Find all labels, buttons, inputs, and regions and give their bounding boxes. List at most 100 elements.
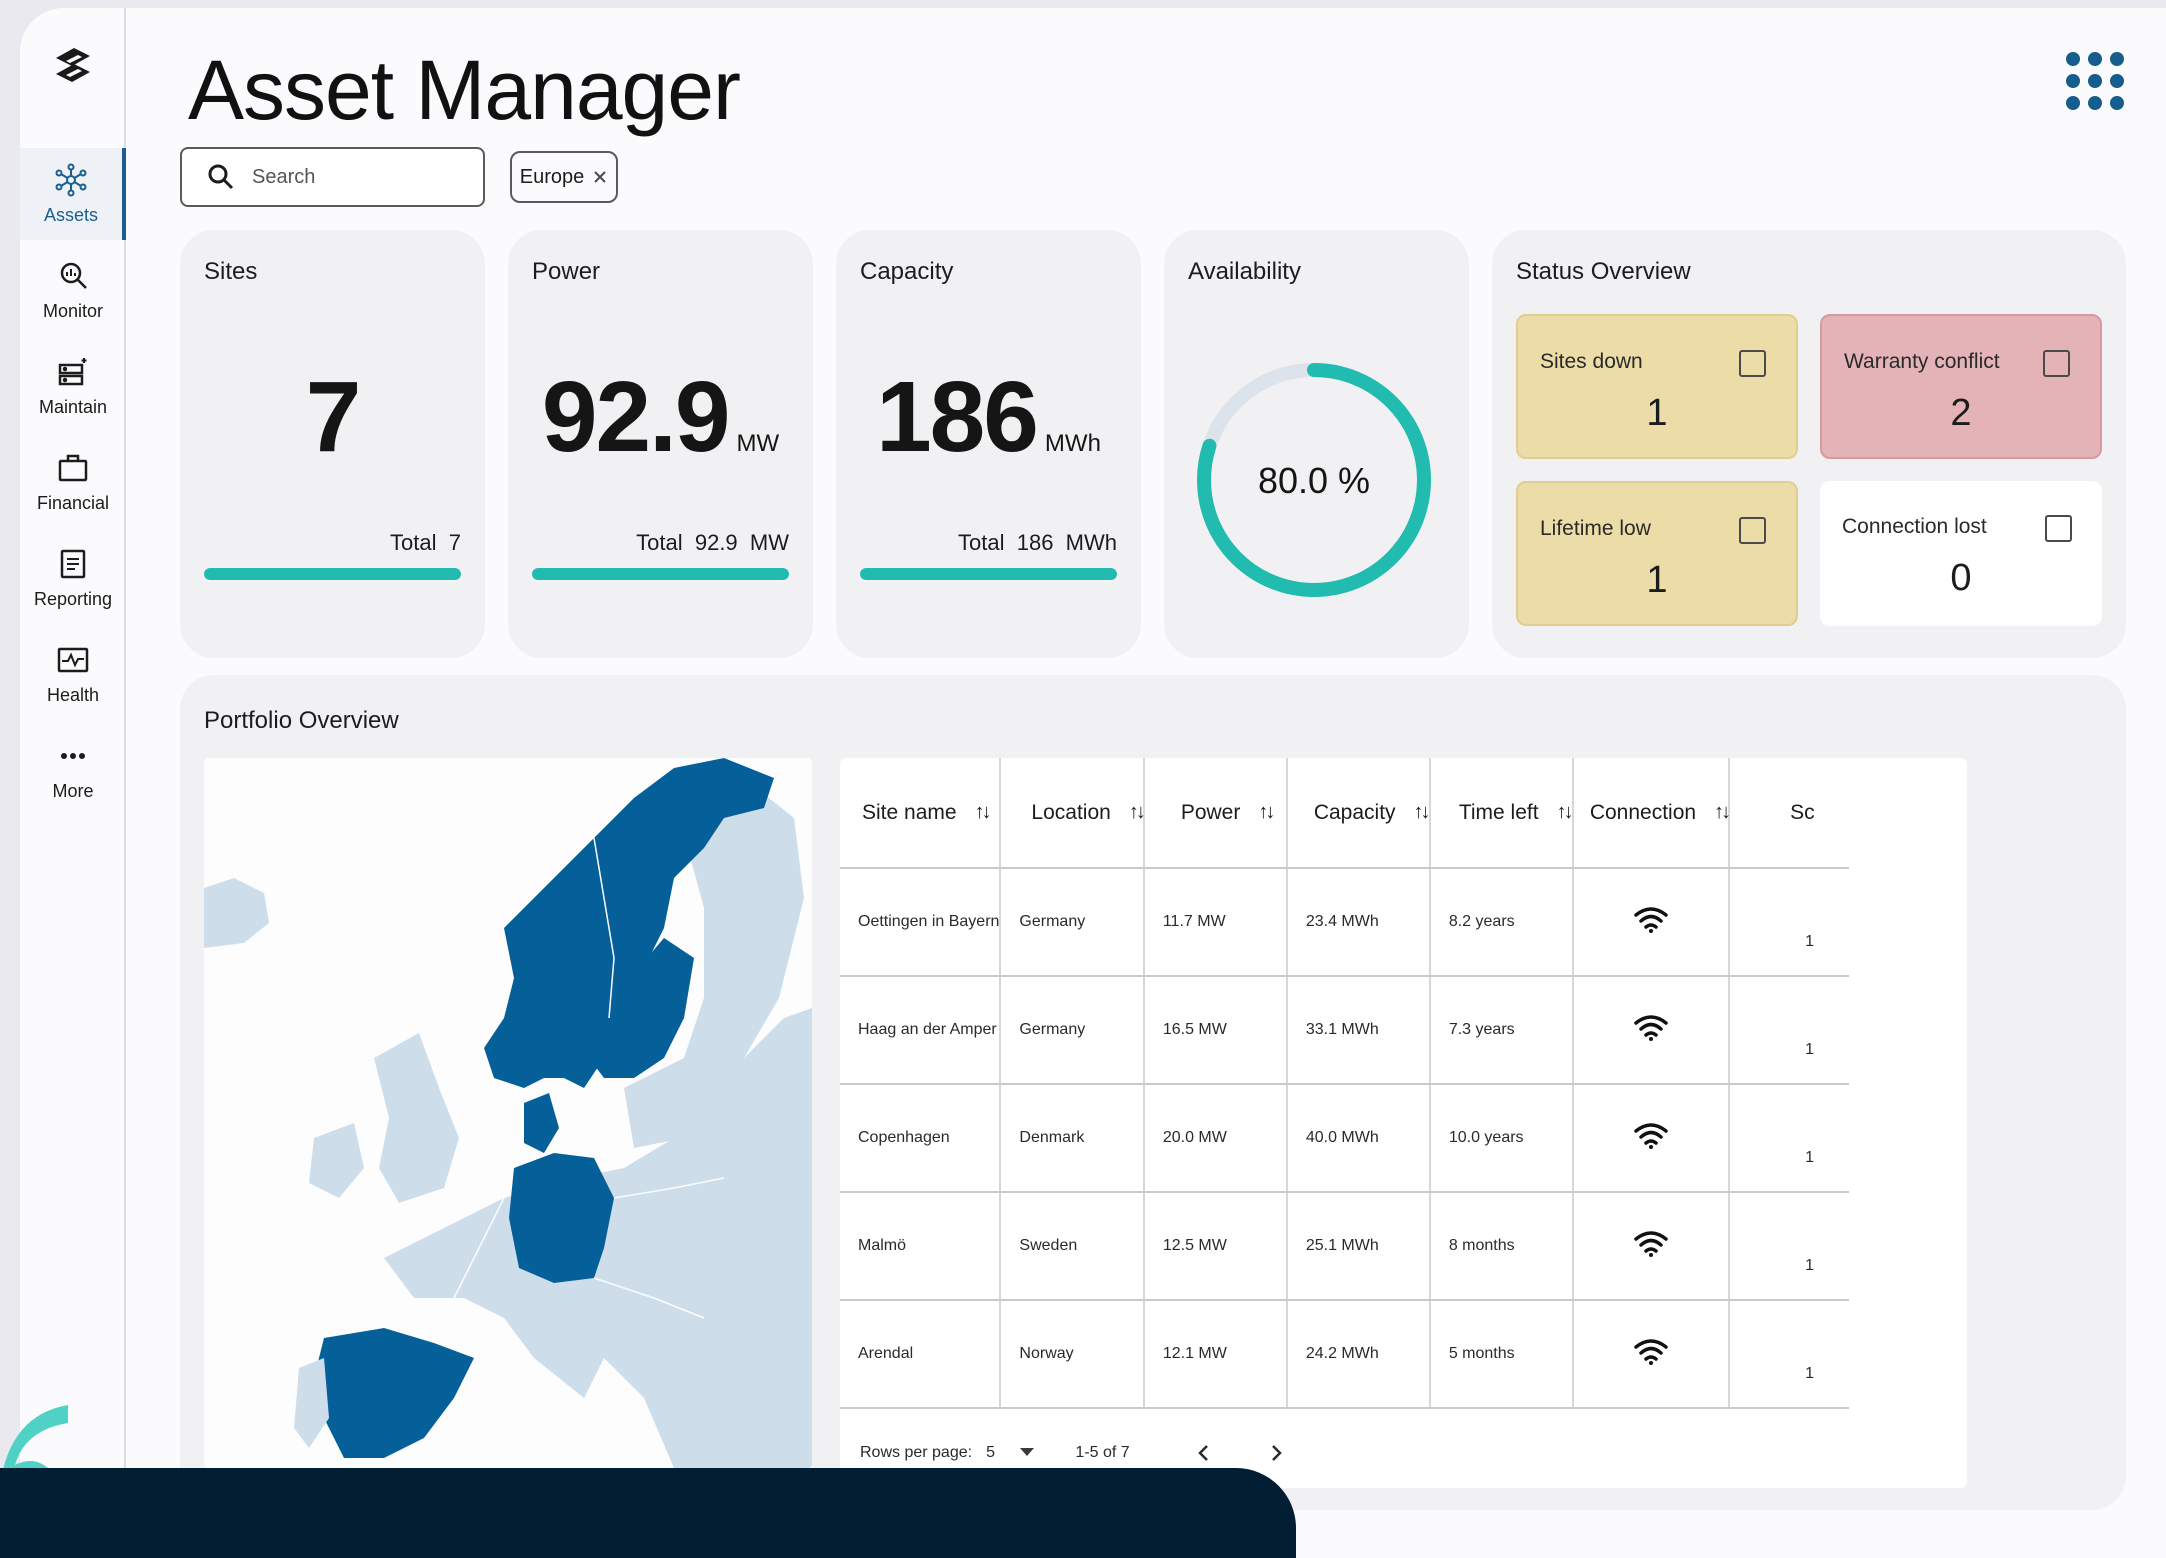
cell-location: Germany — [1000, 868, 1145, 977]
status-tile-warranty-conflict[interactable]: Warranty conflict 2 — [1820, 314, 2102, 459]
col-header-location[interactable]: Location ↑↓ — [1000, 758, 1146, 869]
nav-item-maintain[interactable]: Maintain — [20, 340, 126, 432]
cell-power: 20.0 MW — [1143, 1084, 1288, 1193]
nav-item-health[interactable]: Health — [20, 628, 126, 720]
cell-site-name: Malmö — [840, 1192, 1002, 1301]
europe-map[interactable] — [204, 758, 812, 1468]
cell-sc: 1 — [1729, 976, 1850, 1085]
cell-sc: 1 — [1729, 1300, 1850, 1409]
table-row[interactable]: Haag an der Amper Germany 16.5 MW 33.1 MWh 7… — [840, 976, 1850, 1085]
cell-connection — [1572, 1300, 1731, 1409]
status-tile-sites-down[interactable]: Sites down 1 — [1516, 314, 1798, 459]
nav-item-more[interactable]: More — [20, 724, 126, 816]
kpi-value: 186 MWh — [876, 361, 1101, 473]
status-tile-lifetime-low[interactable]: Lifetime low 1 — [1516, 481, 1798, 626]
tile-label: Sites down — [1540, 350, 1643, 373]
cell-location: Sweden — [1000, 1192, 1145, 1301]
search-icon — [208, 164, 234, 190]
chevron-left-icon[interactable] — [1194, 1443, 1214, 1463]
tile-checkbox[interactable] — [1739, 517, 1766, 544]
table-row[interactable]: Copenhagen Denmark 20.0 MW 40.0 MWh 10.0 yea… — [840, 1084, 1850, 1193]
tile-label: Connection lost — [1842, 515, 1987, 538]
sidebar: Assets Monitor Maintain Financial Report… — [20, 8, 126, 1468]
status-title: Status Overview — [1516, 258, 1691, 285]
tile-checkbox[interactable] — [2045, 515, 2072, 542]
page-title: Asset Manager — [188, 43, 741, 137]
status-tile-connection-lost[interactable]: Connection lost 0 — [1820, 481, 2102, 626]
cell-time-left: 8.2 years — [1429, 868, 1574, 977]
col-header-time-left[interactable]: Time left ↑↓ — [1429, 758, 1574, 869]
app-grid-icon[interactable] — [2066, 52, 2124, 110]
cell-power: 12.5 MW — [1143, 1192, 1288, 1301]
cell-connection — [1572, 868, 1731, 977]
cell-site-name: Haag an der Amper — [840, 976, 1002, 1085]
report-icon — [60, 549, 86, 578]
sort-icon[interactable]: ↑↓ — [1557, 801, 1574, 824]
cell-location: Denmark — [1000, 1084, 1145, 1193]
cell-capacity: 24.2 MWh — [1286, 1300, 1431, 1409]
nav-label-monitor: Monitor — [42, 300, 104, 321]
close-icon[interactable] — [592, 169, 608, 185]
nav-item-assets[interactable]: Assets — [20, 148, 126, 240]
kpi-value: 92.9 MW — [541, 361, 780, 473]
cell-site-name: Copenhagen — [840, 1084, 1002, 1193]
hub-icon — [55, 163, 87, 196]
health-pulse-icon — [57, 647, 89, 672]
cell-connection — [1572, 1084, 1731, 1193]
kpi-title: Availability — [1188, 258, 1301, 285]
briefcase-icon — [58, 454, 88, 481]
sort-icon[interactable]: ↑↓ — [975, 801, 992, 824]
sort-icon[interactable]: ↑↓ — [1258, 801, 1275, 824]
col-header-capacity[interactable]: Capacity ↑↓ — [1286, 758, 1431, 869]
portfolio-table: Site name ↑↓ Location ↑↓ Power ↑↓ Capacity ↑… — [840, 758, 1967, 1488]
kpi-title: Sites — [204, 258, 258, 285]
kpi-total: Total 92.9 MW — [636, 530, 789, 555]
col-header-site-name[interactable]: Site name ↑↓ — [840, 758, 1002, 869]
monitor-search-icon — [60, 262, 87, 289]
table-row[interactable]: Malmö Sweden 12.5 MW 25.1 MWh 8 months 1 — [840, 1192, 1850, 1301]
server-maintain-icon — [58, 357, 87, 385]
sort-icon[interactable]: ↑↓ — [1414, 801, 1431, 824]
map-country-spain — [314, 1328, 474, 1458]
filter-chip-europe[interactable]: Europe — [510, 151, 618, 203]
map-land-ireland — [309, 1123, 364, 1198]
col-header-sc[interactable]: Sc — [1729, 758, 1850, 869]
wifi-icon — [1634, 906, 1668, 933]
map-country-portugal — [294, 1358, 329, 1448]
nav-item-monitor[interactable]: Monitor — [20, 244, 126, 336]
tile-checkbox[interactable] — [2043, 350, 2070, 377]
kpi-title: Capacity — [860, 258, 954, 285]
wifi-icon — [1634, 1014, 1668, 1041]
nav-label-financial: Financial — [36, 492, 110, 513]
tile-label: Warranty conflict — [1844, 350, 2000, 373]
table-row[interactable]: Arendal Norway 12.1 MW 24.2 MWh 5 months 1 — [840, 1300, 1850, 1409]
cell-connection — [1572, 1192, 1731, 1301]
chevron-right-icon[interactable] — [1266, 1443, 1286, 1463]
portfolio-data-table: Site name ↑↓ Location ↑↓ Power ↑↓ Capacity ↑… — [840, 758, 1850, 1409]
search-input[interactable]: Search — [180, 147, 485, 207]
col-header-connection[interactable]: Connection ↑↓ — [1572, 758, 1731, 869]
portfolio-overview-card: Portfolio Overview Site name ↑↓ Location… — [180, 675, 2126, 1510]
availability-value: 80.0 % — [1258, 460, 1370, 501]
sort-icon[interactable]: ↑↓ — [1714, 801, 1731, 824]
rows-per-page-label: Rows per page: — [860, 1444, 973, 1461]
tile-checkbox[interactable] — [1739, 350, 1766, 377]
map-land-uk — [374, 1033, 459, 1203]
availability-donut: 80.0 % — [1197, 363, 1431, 597]
search-placeholder: Search — [252, 165, 316, 188]
col-header-power[interactable]: Power ↑↓ — [1143, 758, 1288, 869]
sort-icon[interactable]: ↑↓ — [1129, 801, 1146, 824]
page-range: 1-5 of 7 — [1075, 1444, 1130, 1461]
cell-location: Norway — [1000, 1300, 1145, 1409]
cell-time-left: 8 months — [1429, 1192, 1574, 1301]
nav-item-financial[interactable]: Financial — [20, 436, 126, 528]
app-window: Assets Monitor Maintain Financial Report… — [20, 8, 2166, 1558]
rows-per-page-select[interactable]: 5 — [986, 1444, 1035, 1462]
caret-down-icon[interactable] — [1019, 1447, 1035, 1457]
nav-label-health: Health — [46, 684, 100, 705]
kpi-progress-bar — [860, 568, 1117, 580]
table-row[interactable]: Oettingen in Bayern Germany 11.7 MW 23.4 MW… — [840, 868, 1850, 977]
map-land-iceland — [204, 878, 269, 948]
nav-item-reporting[interactable]: Reporting — [20, 532, 126, 624]
portfolio-title: Portfolio Overview — [204, 707, 399, 734]
